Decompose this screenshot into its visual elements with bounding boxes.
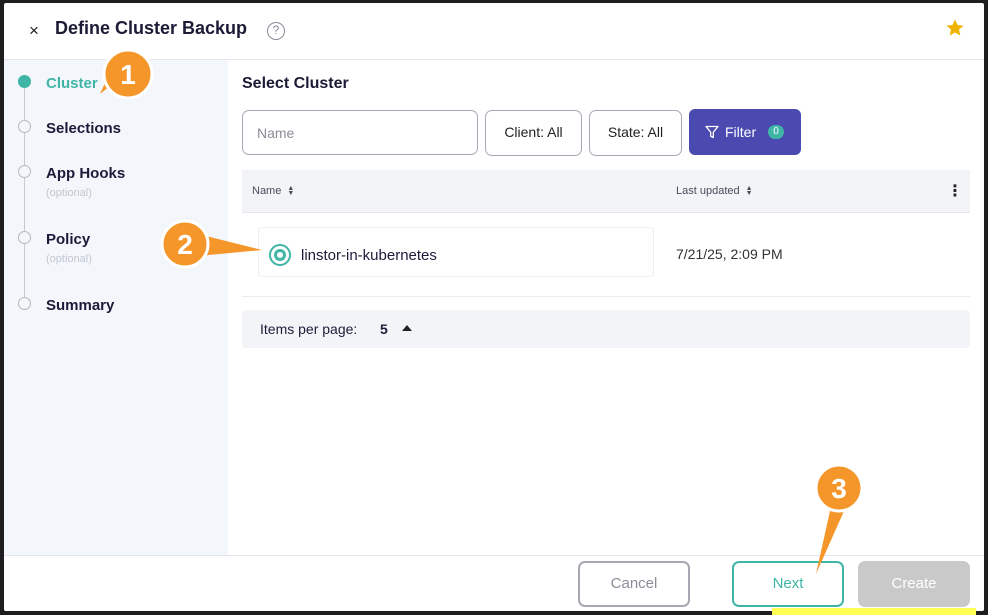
funnel-icon xyxy=(705,125,719,139)
step-label: Summary xyxy=(46,297,115,314)
filter-count-badge: 0 xyxy=(768,125,784,139)
last-updated-cell: 7/21/25, 2:09 PM xyxy=(676,246,783,262)
radio-selected-indicator xyxy=(274,249,286,261)
step-label: Cluster xyxy=(46,75,98,92)
wizard-steps-sidebar: Cluster Selections App Hooks (optional) … xyxy=(4,60,228,555)
help-icon[interactable]: ? xyxy=(267,22,285,40)
create-button[interactable]: Create xyxy=(858,561,970,607)
column-header-last-updated[interactable]: Last updated ▲ ▼ xyxy=(676,185,753,197)
close-icon[interactable]: × xyxy=(24,19,44,43)
state-filter-dropdown[interactable]: State: All xyxy=(589,110,682,156)
step-indicator xyxy=(18,120,31,133)
sort-icon[interactable]: ▲ ▼ xyxy=(287,185,294,197)
sort-icon[interactable]: ▲ ▼ xyxy=(746,185,753,197)
cancel-button[interactable]: Cancel xyxy=(578,561,690,607)
star-icon[interactable] xyxy=(945,18,965,38)
items-per-page-value[interactable]: 5 xyxy=(380,321,388,337)
table-header: Name ▲ ▼ Last updated ▲ ▼ ⋮ xyxy=(242,170,970,213)
step-indicator xyxy=(18,165,31,178)
step-label: App Hooks xyxy=(46,165,126,182)
filter-button[interactable]: Filter 0 xyxy=(689,109,801,155)
filter-button-label: Filter xyxy=(725,124,757,140)
callout-marker-1: 1 xyxy=(100,48,154,100)
column-header-name[interactable]: Name ▲ ▼ xyxy=(252,185,294,197)
step-label: Selections xyxy=(46,120,122,137)
highlight-strip xyxy=(772,608,976,615)
step-indicator-active xyxy=(18,75,31,88)
pagination-bar: Items per page: 5 xyxy=(242,310,970,348)
cluster-radio-button[interactable] xyxy=(269,244,291,266)
name-search-input[interactable] xyxy=(242,110,478,155)
caret-up-icon[interactable] xyxy=(402,325,412,331)
table-row[interactable]: linstor-in-kubernetes 7/21/25, 2:09 PM xyxy=(242,213,970,297)
items-per-page-label: Items per page: xyxy=(260,321,358,337)
callout-marker-3: 3 xyxy=(814,463,864,574)
callout-number: 2 xyxy=(177,229,193,260)
step-optional-note: (optional) xyxy=(46,187,92,199)
cluster-name: linstor-in-kubernetes xyxy=(301,247,437,264)
section-title: Select Cluster xyxy=(242,75,349,92)
step-optional-note: (optional) xyxy=(46,253,92,265)
callout-number: 1 xyxy=(120,59,136,90)
step-label: Policy xyxy=(46,231,91,248)
cluster-name-cell: linstor-in-kubernetes xyxy=(258,227,654,277)
more-options-icon[interactable]: ⋮ xyxy=(947,183,963,201)
step-connector-line xyxy=(24,82,25,304)
step-indicator xyxy=(18,231,31,244)
dialog-title: Define Cluster Backup xyxy=(55,18,248,38)
client-filter-dropdown[interactable]: Client: All xyxy=(485,110,582,156)
callout-marker-2: 2 xyxy=(160,219,262,269)
callout-number: 3 xyxy=(831,473,847,504)
step-indicator xyxy=(18,297,31,310)
